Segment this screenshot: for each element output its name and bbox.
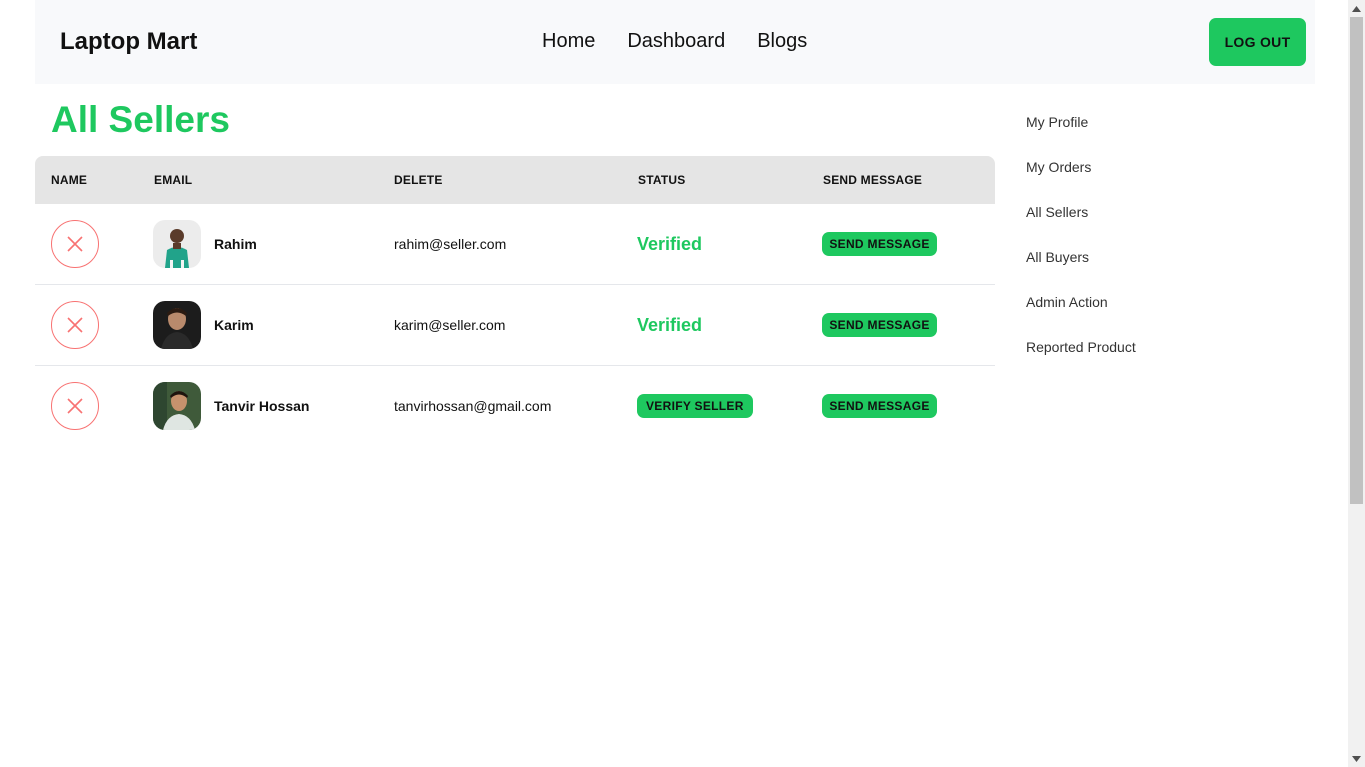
dashboard-sidebar: My Profile My Orders All Sellers All Buy… <box>1026 112 1136 382</box>
sidebar-item-my-profile[interactable]: My Profile <box>1026 112 1136 157</box>
page: Laptop Mart Home Dashboard Blogs LOG OUT… <box>35 0 1315 767</box>
seller-name: Tanvir Hossan <box>214 398 310 414</box>
sidebar-item-all-sellers[interactable]: All Sellers <box>1026 202 1136 247</box>
delete-seller-button[interactable] <box>51 382 99 430</box>
logout-button[interactable]: LOG OUT <box>1209 18 1306 66</box>
seller-email: rahim@seller.com <box>394 236 507 252</box>
sidebar-item-reported-product[interactable]: Reported Product <box>1026 337 1136 382</box>
avatar <box>153 220 201 268</box>
column-header-status: STATUS <box>638 173 686 187</box>
close-icon <box>67 317 83 333</box>
avatar <box>153 301 201 349</box>
seller-email: karim@seller.com <box>394 317 506 333</box>
avatar <box>153 382 201 430</box>
table-row: Rahim rahim@seller.com Verified SEND MES… <box>35 204 995 285</box>
sidebar-item-my-orders[interactable]: My Orders <box>1026 157 1136 202</box>
column-header-email: EMAIL <box>154 173 193 187</box>
sidebar-item-all-buyers[interactable]: All Buyers <box>1026 247 1136 292</box>
table-row: Karim karim@seller.com Verified SEND MES… <box>35 285 995 366</box>
verify-seller-button[interactable]: VERIFY SELLER <box>637 394 753 418</box>
page-title: All Sellers <box>51 99 230 140</box>
column-header-delete: DELETE <box>394 173 443 187</box>
chevron-down-icon <box>1352 755 1361 762</box>
sidebar-item-admin-action[interactable]: Admin Action <box>1026 292 1136 337</box>
delete-seller-button[interactable] <box>51 301 99 349</box>
close-icon <box>67 398 83 414</box>
send-message-button[interactable]: SEND MESSAGE <box>822 313 937 337</box>
table-header: NAME EMAIL DELETE STATUS SEND MESSAGE <box>35 156 995 204</box>
scroll-down-button[interactable] <box>1348 750 1365 767</box>
navbar: Laptop Mart Home Dashboard Blogs LOG OUT <box>35 0 1315 84</box>
brand-logo[interactable]: Laptop Mart <box>60 28 197 56</box>
seller-email: tanvirhossan@gmail.com <box>394 398 552 414</box>
chevron-up-icon <box>1352 5 1361 12</box>
column-header-send-message: SEND MESSAGE <box>823 173 923 187</box>
vertical-scrollbar[interactable] <box>1348 0 1365 767</box>
status-verified: Verified <box>637 234 703 254</box>
seller-name: Karim <box>214 317 254 333</box>
sellers-table: NAME EMAIL DELETE STATUS SEND MESSAGE Ra… <box>35 156 995 447</box>
scroll-up-button[interactable] <box>1348 0 1365 17</box>
send-message-button[interactable]: SEND MESSAGE <box>822 232 937 256</box>
scrollbar-thumb[interactable] <box>1350 17 1363 504</box>
nav-links: Home Dashboard Blogs <box>542 30 807 53</box>
delete-seller-button[interactable] <box>51 220 99 268</box>
nav-link-blogs[interactable]: Blogs <box>757 30 807 53</box>
nav-link-home[interactable]: Home <box>542 30 595 53</box>
seller-name: Rahim <box>214 236 257 252</box>
nav-link-dashboard[interactable]: Dashboard <box>627 30 725 53</box>
send-message-button[interactable]: SEND MESSAGE <box>822 394 937 418</box>
status-verified: Verified <box>637 315 703 335</box>
column-header-name: NAME <box>51 173 88 187</box>
close-icon <box>67 236 83 252</box>
table-row: Tanvir Hossan tanvirhossan@gmail.com VER… <box>35 366 995 447</box>
